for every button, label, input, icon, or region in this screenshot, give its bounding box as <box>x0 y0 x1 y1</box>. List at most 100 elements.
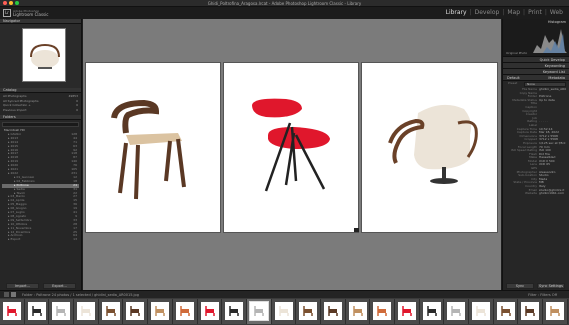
thumbnail-image <box>3 302 21 320</box>
thumbnail-image <box>323 302 342 320</box>
survey-photo-walnut-chair[interactable] <box>85 62 221 233</box>
module-web[interactable]: Web <box>550 9 563 17</box>
window-title: Ghidi_Poltrofina_Aragosa.lrcat - Adobe P… <box>207 1 362 6</box>
filmstrip-thumbnail[interactable] <box>469 299 494 324</box>
catalog-row-count: 0 <box>76 107 78 112</box>
module-separator: | <box>469 9 472 16</box>
folder-row-count: 13 <box>73 237 77 242</box>
filmstrip-thumbnail[interactable] <box>98 299 124 324</box>
quick-develop-title: Quick Develop <box>539 58 565 62</box>
module-separator: | <box>502 9 505 16</box>
thumbnail-image <box>348 302 367 320</box>
sync-settings-button[interactable]: Sync Settings <box>537 283 565 289</box>
left-panel-buttons: Import... Export... <box>0 282 82 290</box>
filmstrip-thumbnail[interactable] <box>24 299 50 324</box>
lounge-chair-image <box>388 104 478 184</box>
left-panel: Navigator Catalog All Photographs 49853 Al… <box>0 19 82 290</box>
catalog-list: All Photographs 49853 All Synced Photograp… <box>0 93 81 115</box>
thumbnail-image <box>373 302 392 320</box>
badge-icon[interactable] <box>354 228 359 232</box>
folder-row[interactable]: ▸ Export 13 <box>2 237 79 242</box>
filmstrip-thumbnail[interactable] <box>296 299 321 324</box>
module-develop[interactable]: Develop <box>475 9 500 17</box>
module-map[interactable]: Map <box>507 9 520 17</box>
filmstrip-thumbnail[interactable] <box>444 299 470 324</box>
filmstrip-thumbnail[interactable] <box>395 299 420 324</box>
filmstrip-thumbnail[interactable] <box>419 299 445 324</box>
filmstrip-thumbnail[interactable] <box>0 299 25 324</box>
thumbnail-image <box>151 302 170 320</box>
lightroom-logo-icon: Lr <box>3 9 11 17</box>
survey-view <box>83 19 501 290</box>
folder-list: ▸ Ghidini 128 ▸ 2013 44 ▸ 2014 71 ▸ 2015 63 ▸ 20… <box>2 132 79 242</box>
preset-label: Preset <box>508 81 518 85</box>
filmstrip-thumbnail[interactable] <box>172 299 198 324</box>
filter-label: Filter : <box>528 293 540 297</box>
app-name: Lightroom Classic <box>13 12 49 17</box>
thumbnail-image <box>422 302 441 320</box>
red-chair-image <box>252 98 330 192</box>
metadata-row: Website ghidini1961.com <box>503 192 569 196</box>
keyword-list-title: Keyword List <box>542 70 565 74</box>
filmstrip-thumbnail[interactable] <box>271 299 297 324</box>
histogram-title: Histogram <box>547 20 566 24</box>
catalog-row[interactable]: Previous Import 0 <box>3 108 78 113</box>
module-separator: | <box>544 9 547 16</box>
thumbnail-image <box>126 302 145 320</box>
folder-row-label: ▸ Export <box>8 237 21 242</box>
filmstrip-thumbnail[interactable] <box>74 299 99 324</box>
module-print[interactable]: Print <box>528 9 542 17</box>
filmstrip-thumbnail[interactable] <box>222 299 247 324</box>
thumbnail-image <box>398 302 416 320</box>
thumbnail-image <box>299 302 318 320</box>
grid-view-icon[interactable] <box>4 292 9 297</box>
module-library[interactable]: Library <box>446 9 467 17</box>
filmstrip-thumbnail[interactable] <box>370 299 395 324</box>
thumbnail-image <box>546 302 565 320</box>
filmstrip-thumbnail[interactable] <box>518 299 544 324</box>
filmstrip-thumbnail[interactable] <box>148 299 173 324</box>
metadata-title: Metadata <box>548 76 565 80</box>
filmstrip-thumbnail[interactable] <box>345 299 371 324</box>
thumbnail-image <box>447 302 466 320</box>
filmstrip-thumbnail[interactable] <box>49 299 75 324</box>
navigator-chair-image <box>30 43 60 69</box>
catalog-row-label: Previous Import <box>3 107 27 112</box>
metadata-list: File Nameghidini_sedia_AR0015.jpgCopy Na… <box>503 87 569 196</box>
secondary-display-icon[interactable] <box>11 292 16 297</box>
keywording-title: Keywording <box>544 64 565 68</box>
survey-photo-red-chair[interactable] <box>223 62 359 233</box>
export-button[interactable]: Export... <box>43 283 76 289</box>
filmstrip-bar: Folder : Poltrone 24 photos / 1 selected… <box>0 290 569 298</box>
filmstrip-thumbnail[interactable] <box>543 299 568 324</box>
metadata-value[interactable]: ghidini1961.com <box>539 192 566 196</box>
navigator-panel <box>0 24 81 88</box>
filmstrip <box>0 298 569 325</box>
thumbnail-image <box>101 302 120 320</box>
filmstrip-thumbnail[interactable] <box>246 299 272 324</box>
filmstrip-thumbnail[interactable] <box>493 299 519 324</box>
identity-plate: Adobe Photoshop Lightroom Classic <box>13 9 48 17</box>
window-title-bar: Ghidi_Poltrofina_Aragosa.lrcat - Adobe P… <box>0 0 569 7</box>
right-panel-buttons: Sync Sync Settings <box>502 282 569 290</box>
module-picker: Library | Develop | Map | Print | Web <box>446 9 563 17</box>
folders-panel: Macintosh HD ▸ Ghidini 128 ▸ 2013 44 ▸ 2014 7… <box>0 120 81 280</box>
thumbnail-image <box>248 301 269 321</box>
thumbnail-image <box>200 302 219 320</box>
module-header: Lr Adobe Photoshop Lightroom Classic Lib… <box>0 7 569 19</box>
import-button[interactable]: Import... <box>6 283 39 289</box>
filmstrip-thumbnail[interactable] <box>123 299 149 324</box>
metadata-key: Website <box>525 191 537 196</box>
thumbnail-image <box>521 302 540 320</box>
thumbnail-image <box>496 302 515 320</box>
folder-search-field[interactable] <box>2 122 79 127</box>
filmstrip-thumbnail[interactable] <box>197 299 223 324</box>
survey-photo-lounge-chair[interactable] <box>361 62 498 233</box>
histogram-panel: Histogram Original Photo <box>503 19 569 57</box>
filter-value: Filters Off <box>540 293 557 297</box>
sync-button[interactable]: Sync <box>506 283 534 289</box>
navigator-preview[interactable] <box>22 28 66 82</box>
thumbnail-image <box>225 302 244 320</box>
filmstrip-thumbnail[interactable] <box>320 299 346 324</box>
original-photo-label: Original Photo <box>506 51 528 55</box>
